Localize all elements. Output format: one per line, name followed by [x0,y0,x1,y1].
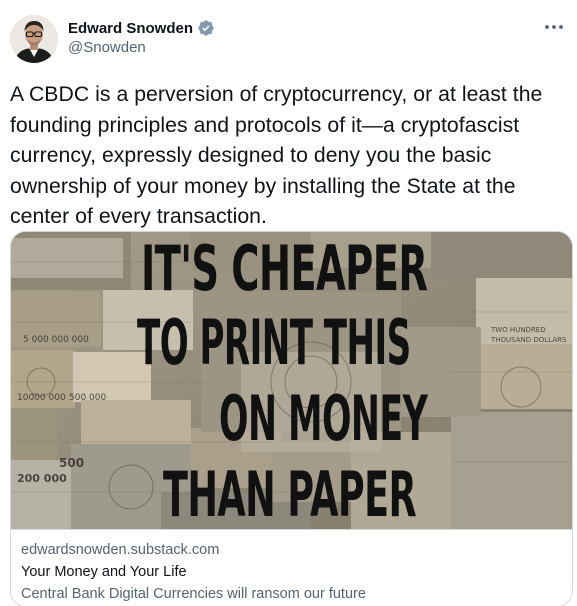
headline-line-4: THAN PAPER [163,458,417,529]
user-portrait-icon [10,15,58,63]
card-description: Central Bank Digital Currencies will ran… [21,586,366,602]
tweet-text: A CBDC is a perversion of cryptocurrency… [10,83,543,228]
author-handle[interactable]: @Snowden [68,39,146,56]
author-name-row[interactable]: Edward Snowden [68,18,215,38]
avatar[interactable] [10,15,58,63]
card-title: Your Money and Your Life [21,564,187,580]
verified-badge-icon [198,20,214,36]
headline-line-2: TO PRINT THIS [137,306,411,379]
link-preview-card[interactable]: 5 000 000 000 10000 000 500 000 200 000 … [10,231,573,606]
more-horizontal-icon[interactable] [543,20,565,34]
card-image-headline: IT'S CHEAPER TO PRINT THIS ON MONEY THAN… [11,232,572,529]
headline-line-1: IT'S CHEAPER [141,232,428,305]
card-domain: edwardsnowden.substack.com [21,542,220,558]
author-display-name[interactable]: Edward Snowden [68,20,193,37]
tweet: Edward Snowden @Snowden A CBDC is a perv… [0,0,577,606]
headline-line-3: ON MONEY [219,382,428,455]
card-meta[interactable]: edwardsnowden.substack.com Your Money an… [11,529,572,606]
card-image[interactable]: 5 000 000 000 10000 000 500 000 200 000 … [11,232,572,529]
